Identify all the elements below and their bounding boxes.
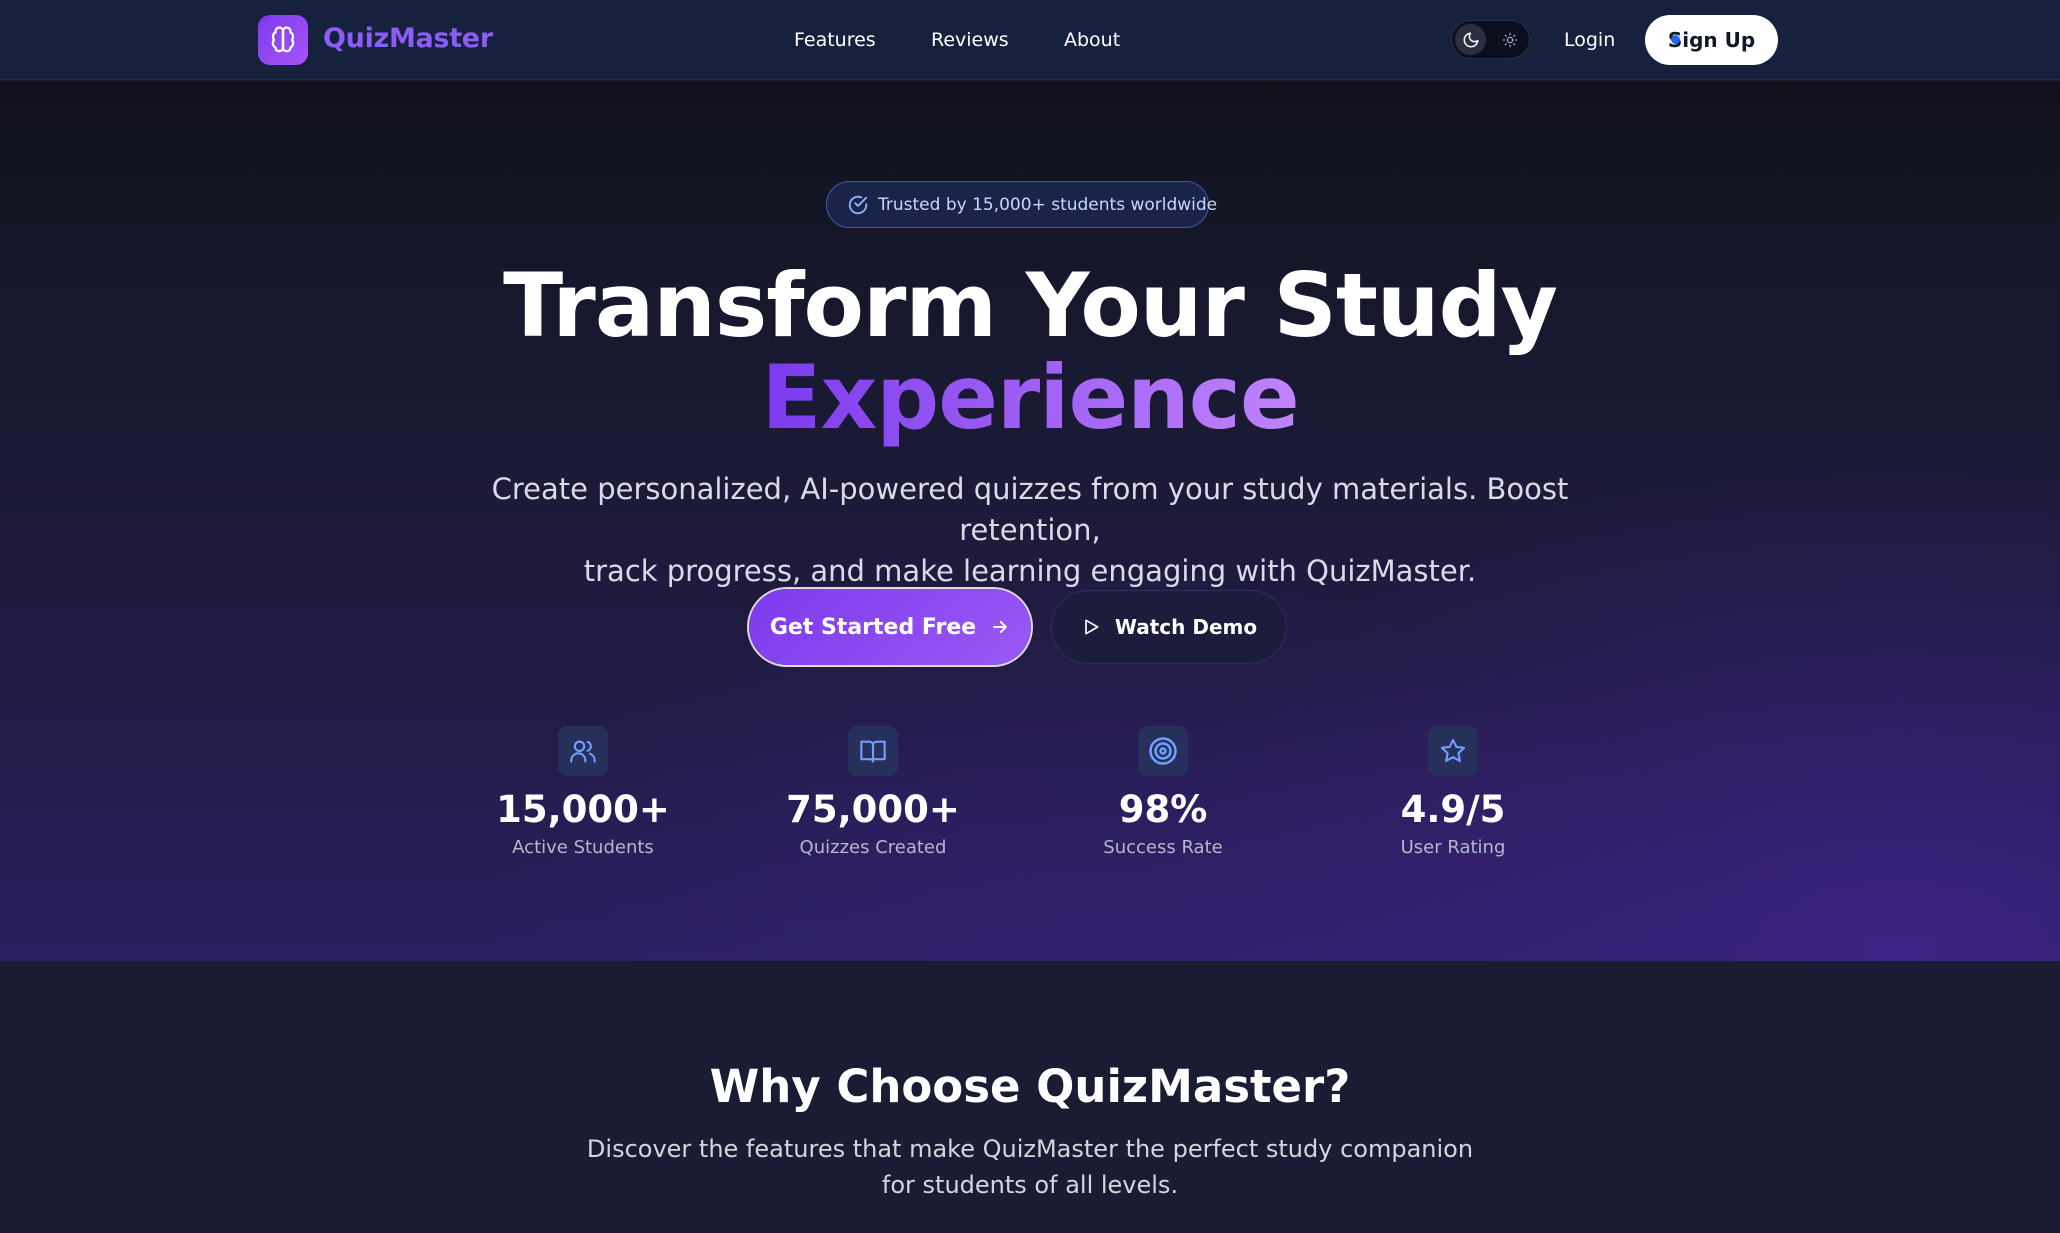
- stat-label: Success Rate: [1103, 837, 1223, 858]
- watch-demo-button[interactable]: Watch Demo: [1051, 590, 1287, 664]
- hero-title: Transform Your Study: [503, 254, 1558, 357]
- stat-icon-box: [1138, 726, 1188, 776]
- trust-badge-text: Trusted by 15,000+ students worldwide: [878, 195, 1218, 215]
- nav-link-features[interactable]: Features: [794, 29, 876, 51]
- dark-mode-option[interactable]: [1455, 24, 1486, 55]
- sun-icon: [1502, 32, 1517, 47]
- hero-subtitle-line-2: track progress, and make learning engagi…: [583, 554, 1477, 588]
- star-icon: [1440, 738, 1466, 762]
- stat-icon-box: [558, 726, 608, 776]
- signup-button[interactable]: Sign Up: [1645, 15, 1778, 65]
- features-title: Why Choose QuizMaster?: [709, 1060, 1351, 1113]
- moon-icon: [1463, 32, 1478, 47]
- stat-value: 98%: [1118, 788, 1208, 831]
- arrow-right-icon: [993, 621, 1008, 633]
- light-mode-option[interactable]: [1494, 24, 1525, 55]
- play-icon: [1085, 619, 1099, 635]
- stat-success-rate: 98% Success Rate: [1053, 726, 1273, 858]
- stat-active-students: 15,000+ Active Students: [473, 726, 693, 858]
- login-link[interactable]: Login: [1564, 29, 1615, 51]
- watch-demo-label: Watch Demo: [1114, 615, 1258, 639]
- stat-label: Active Students: [512, 837, 654, 858]
- brain-icon: [271, 26, 295, 53]
- stat-value: 15,000+: [496, 788, 670, 831]
- stat-icon-box: [1428, 726, 1478, 776]
- stat-quizzes-created: 75,000+ Quizzes Created: [763, 726, 983, 858]
- stat-user-rating: 4.9/5 User Rating: [1343, 726, 1563, 858]
- stat-label: User Rating: [1400, 837, 1506, 858]
- target-icon: [1149, 737, 1177, 765]
- trust-badge: Trusted by 15,000+ students worldwide: [826, 181, 1217, 228]
- get-started-button[interactable]: Get Started Free: [749, 589, 1031, 665]
- signup-label: Sign Up: [1667, 28, 1756, 52]
- features-subtitle-line-1: Discover the features that make QuizMast…: [586, 1135, 1474, 1163]
- signup-dot: [1671, 35, 1680, 44]
- features-subtitle-line-2: for students of all levels.: [881, 1171, 1179, 1199]
- check-circle-icon: [848, 195, 868, 215]
- logo-badge[interactable]: [258, 15, 308, 65]
- stat-icon-box: [848, 726, 898, 776]
- hero-title-accent: Experience: [0, 352, 2060, 444]
- theme-toggle[interactable]: [1451, 20, 1530, 59]
- top-navbar: QuizMaster Features Reviews About Login …: [0, 0, 2060, 80]
- features-subtitle: Discover the features that make QuizMast…: [580, 1131, 1480, 1203]
- users-icon: [570, 740, 596, 763]
- hero-subtitle: Create personalized, AI-powered quizzes …: [430, 469, 1630, 592]
- get-started-label: Get Started Free: [769, 614, 977, 640]
- hero-subtitle-line-1: Create personalized, AI-powered quizzes …: [491, 472, 1569, 547]
- stat-label: Quizzes Created: [799, 837, 947, 858]
- nav-link-about[interactable]: About: [1064, 29, 1120, 51]
- nav-link-reviews[interactable]: Reviews: [931, 29, 1009, 51]
- brand-name[interactable]: QuizMaster: [323, 23, 493, 54]
- stat-value: 4.9/5: [1400, 788, 1506, 831]
- hero-title-accent-text: Experience: [761, 346, 1299, 449]
- stat-value: 75,000+: [786, 788, 960, 831]
- book-open-icon: [860, 740, 886, 763]
